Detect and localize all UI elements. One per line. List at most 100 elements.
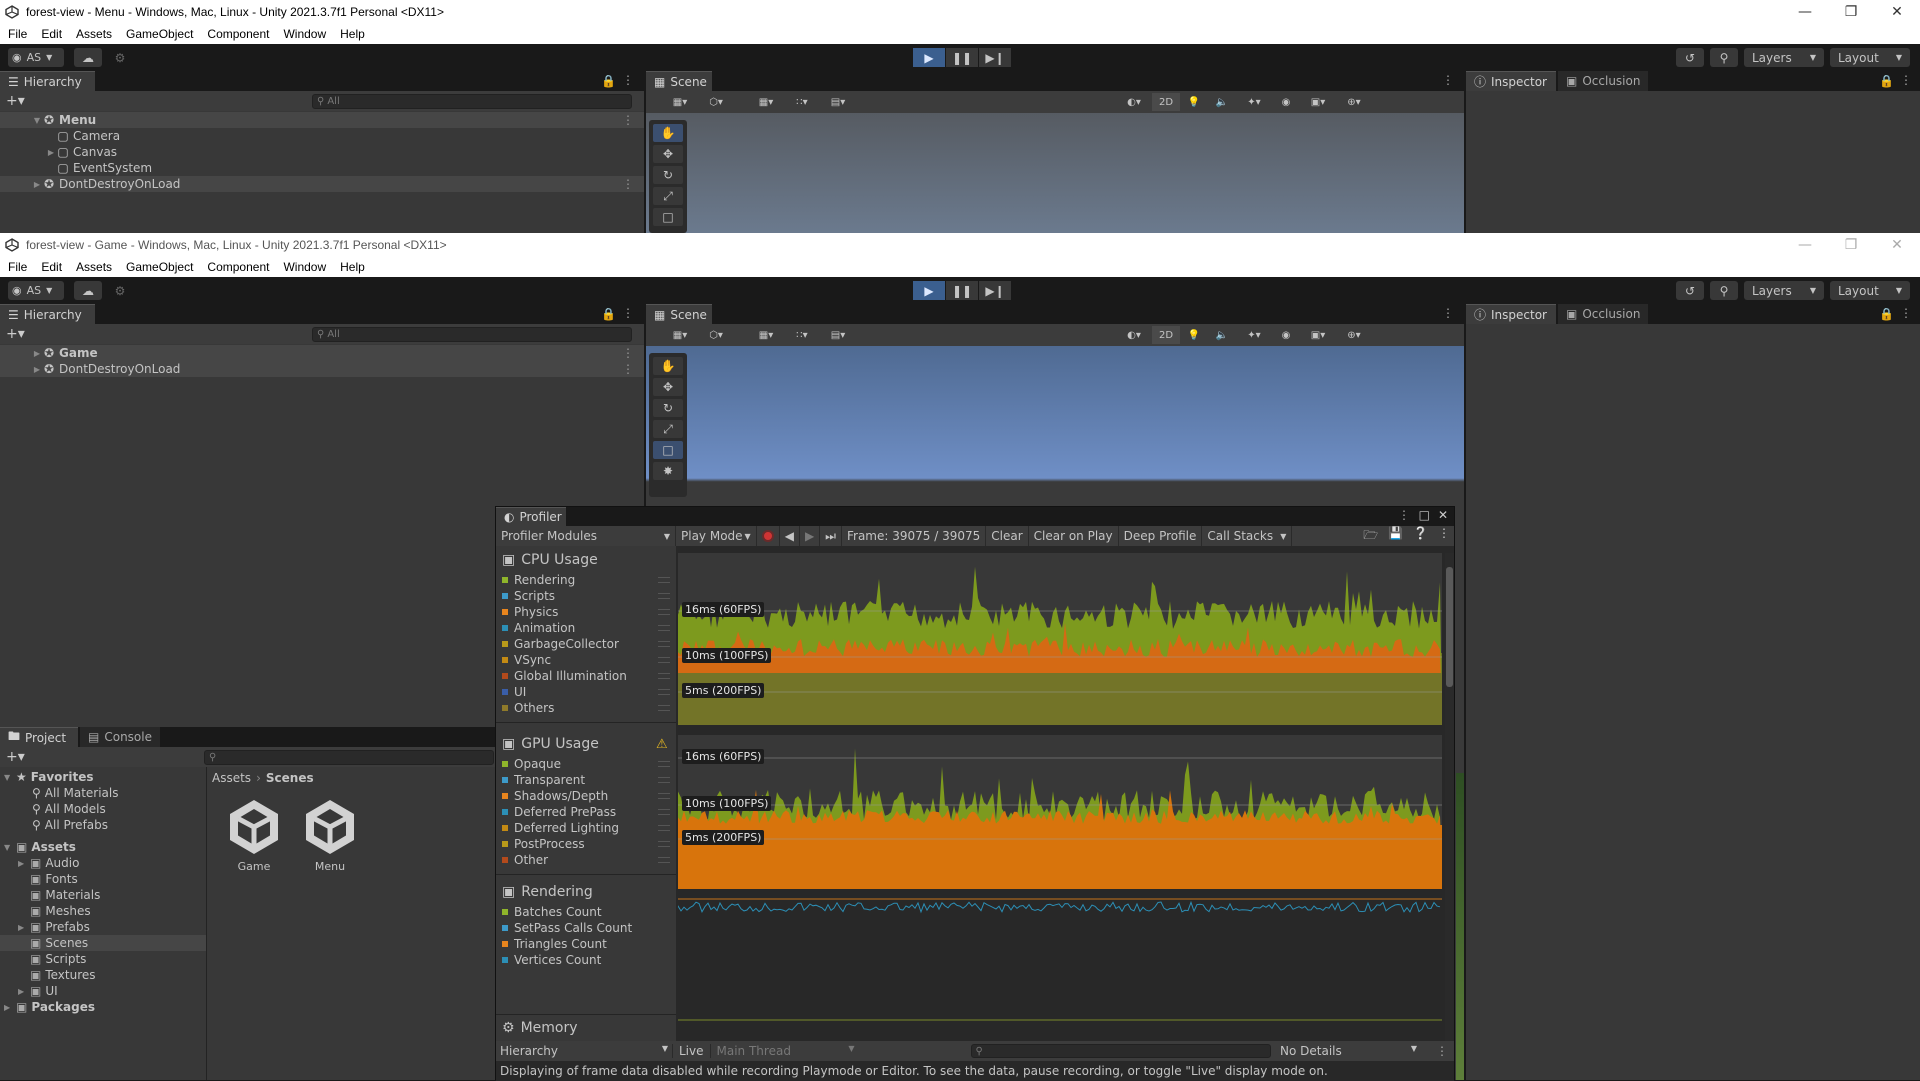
rendering-counter-item[interactable]: Batches Count xyxy=(502,904,602,920)
layout-dropdown[interactable]: Layout ▼ xyxy=(1830,281,1910,300)
play-button[interactable]: ▶ xyxy=(913,281,945,300)
add-icon[interactable]: +▾ xyxy=(6,326,25,342)
rendering-counter-item[interactable]: SetPass Calls Count xyxy=(502,920,632,936)
menu-component[interactable]: Component xyxy=(199,260,275,274)
thread-dropdown[interactable]: Main Thread ▼ xyxy=(711,1044,861,1058)
restore-button[interactable]: ❐ xyxy=(1828,0,1874,24)
load-icon[interactable]: 🗁 xyxy=(1363,526,1378,547)
add-icon[interactable]: +▾ xyxy=(6,93,25,109)
folder-row[interactable]: ▣ Materials xyxy=(0,887,206,903)
clear-button[interactable]: Clear xyxy=(986,526,1029,546)
tab-scene[interactable]: ▦ Scene xyxy=(646,304,712,324)
search-button[interactable]: ⚲ xyxy=(1710,281,1738,300)
rendering-counter-item[interactable]: Triangles Count xyxy=(502,936,607,952)
gpu-category-item[interactable]: Transparent xyxy=(502,772,670,788)
hand-tool-icon[interactable]: ✋ xyxy=(653,357,683,375)
gpu-category-item[interactable]: Opaque xyxy=(502,756,670,772)
collab-button[interactable]: ⚙ xyxy=(110,48,130,67)
gpu-module-header[interactable]: ▣ GPU Usage xyxy=(502,736,599,752)
grip-icon[interactable] xyxy=(658,761,670,767)
tab-inspector[interactable]: ⓘ Inspector xyxy=(1466,304,1556,324)
kebab-menu-icon[interactable]: ⋮ xyxy=(1900,306,1912,320)
menu-file[interactable]: File xyxy=(0,27,33,41)
profiler-modules-dropdown[interactable]: Profiler Modules ▼ xyxy=(496,526,676,546)
pause-button[interactable]: ❚❚ xyxy=(946,281,978,300)
menu-file[interactable]: File xyxy=(0,260,33,274)
pause-button[interactable]: ❚❚ xyxy=(946,48,978,67)
close-button[interactable]: ✕ xyxy=(1874,0,1920,24)
audio-toggle[interactable]: 🔈 xyxy=(1208,93,1236,111)
lighting-toggle[interactable]: 💡 xyxy=(1180,93,1208,111)
grip-icon[interactable] xyxy=(658,825,670,831)
account-dropdown[interactable]: ◉ AS ▼ xyxy=(8,48,64,67)
cpu-category-item[interactable]: UI xyxy=(502,684,670,700)
grid-snap-dropdown[interactable]: ▦▾ xyxy=(748,326,784,344)
grid-dropdown[interactable]: ∷▾ xyxy=(784,326,820,344)
rendering-module-header[interactable]: ▣ Rendering xyxy=(502,884,593,900)
collapsed-arrow-icon[interactable]: ▶ xyxy=(18,859,30,868)
scale-tool-icon[interactable]: ⤢ xyxy=(653,187,683,205)
close-button[interactable]: ✕ xyxy=(1874,233,1920,257)
lock-icon[interactable]: 🔒 xyxy=(601,307,616,321)
grip-icon[interactable] xyxy=(658,577,670,583)
warning-icon[interactable]: ⚠ xyxy=(656,737,668,752)
layers-dropdown[interactable]: Layers ▼ xyxy=(1744,48,1824,67)
cpu-category-item[interactable]: Global Illumination xyxy=(502,668,670,684)
menu-gameobject[interactable]: GameObject xyxy=(118,260,199,274)
folder-row[interactable]: ▣ Fonts xyxy=(0,871,206,887)
minimize-button[interactable]: — xyxy=(1782,233,1828,257)
step-button[interactable]: ▶❙ xyxy=(979,48,1011,67)
folder-row[interactable]: ▶ ▣ UI xyxy=(0,983,206,999)
layers-dropdown[interactable]: Layers ▼ xyxy=(1744,281,1824,300)
folder-row[interactable]: ▶ ▣ Audio xyxy=(0,855,206,871)
deep-profile-toggle[interactable]: Deep Profile xyxy=(1119,526,1203,546)
grip-icon[interactable] xyxy=(658,841,670,847)
kebab-menu-icon[interactable]: ⋮ xyxy=(622,362,634,376)
prev-frame-button[interactable]: ◀ xyxy=(780,526,800,546)
gpu-usage-chart[interactable]: 16ms (60FPS) 10ms (100FPS) 5ms (200FPS) xyxy=(678,735,1442,889)
move-tool-icon[interactable]: ✥ xyxy=(653,378,683,396)
menu-window[interactable]: Window xyxy=(275,260,332,274)
tab-occlusion[interactable]: ▣ Occlusion xyxy=(1558,71,1648,91)
grid-dropdown[interactable]: ∷▾ xyxy=(784,93,820,111)
account-dropdown[interactable]: ◉ AS ▼ xyxy=(8,281,64,300)
restore-button[interactable]: ❐ xyxy=(1828,233,1874,257)
camera-dropdown[interactable]: ▣▾ xyxy=(1300,326,1336,344)
expand-arrow-icon[interactable]: ▼ xyxy=(4,843,16,852)
increment-snap-dropdown[interactable]: ▤▾ xyxy=(820,326,856,344)
cpu-category-item[interactable]: Physics xyxy=(502,604,670,620)
call-stacks-dropdown[interactable]: Call Stacks ▼ xyxy=(1202,526,1293,546)
render-mode-dropdown[interactable]: ⬡▾ xyxy=(698,326,734,344)
grid-snap-dropdown[interactable]: ▦▾ xyxy=(748,93,784,111)
cloud-button[interactable]: ☁ xyxy=(74,48,102,67)
collapsed-arrow-icon[interactable]: ▶ xyxy=(46,148,56,157)
cpu-category-item[interactable]: Others xyxy=(502,700,670,716)
scene-asset[interactable]: Menu xyxy=(298,797,362,873)
tab-profiler[interactable]: ◐ Profiler xyxy=(496,506,566,527)
favorites-row[interactable]: ▼ ★ Favorites xyxy=(0,769,206,785)
clear-on-play-toggle[interactable]: Clear on Play xyxy=(1029,526,1119,546)
hidden-objects-toggle[interactable]: ◉ xyxy=(1272,93,1300,111)
menu-window[interactable]: Window xyxy=(275,27,332,41)
profiler-search-input[interactable]: ⚲ xyxy=(970,1044,1271,1058)
cpu-usage-chart[interactable]: 16ms (60FPS) 10ms (100FPS) 5ms (200FPS) xyxy=(678,553,1442,725)
breadcrumb-item[interactable]: Assets xyxy=(212,771,251,785)
menu-gameobject[interactable]: GameObject xyxy=(118,27,199,41)
step-button[interactable]: ▶❙ xyxy=(979,281,1011,300)
grip-icon[interactable] xyxy=(658,641,670,647)
menu-edit[interactable]: Edit xyxy=(33,260,68,274)
toggle-2d-button[interactable]: 2D xyxy=(1152,93,1180,111)
memory-module-header[interactable]: ⚙ Memory xyxy=(502,1020,578,1036)
live-toggle[interactable]: Live xyxy=(672,1044,711,1058)
history-button[interactable]: ↺ xyxy=(1676,48,1704,67)
packages-row[interactable]: ▶ ▣ Packages xyxy=(0,999,206,1015)
profiler-title-bar[interactable]: ◐ Profiler ⋮ □ ✕ xyxy=(496,506,1454,527)
menu-assets[interactable]: Assets xyxy=(68,260,118,274)
kebab-menu-icon[interactable]: ⋮ xyxy=(1436,1044,1448,1058)
folder-row[interactable]: ▣ Scenes xyxy=(0,935,206,951)
transform-tool-icon[interactable]: ✸ xyxy=(653,462,683,480)
details-dropdown[interactable]: No Details ▼ xyxy=(1276,1044,1421,1058)
list-item[interactable]: ⚲ All Models xyxy=(0,801,206,817)
grip-icon[interactable] xyxy=(658,705,670,711)
cpu-category-item[interactable]: Animation xyxy=(502,620,670,636)
